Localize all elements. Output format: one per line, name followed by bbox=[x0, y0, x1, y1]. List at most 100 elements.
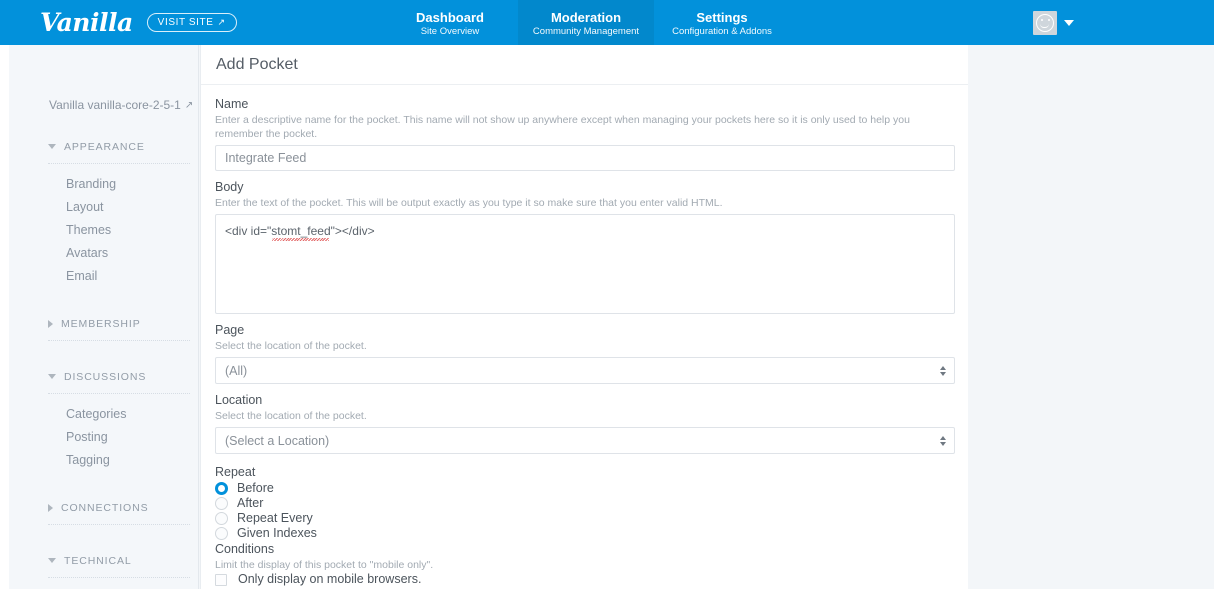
radio-before-indicator[interactable] bbox=[215, 482, 228, 495]
condition-0-description: Limit the display of this pocket to "mob… bbox=[215, 559, 434, 571]
sidebar-section-appearance-label: APPEARANCE bbox=[64, 140, 145, 153]
vanilla-logo[interactable]: Vanilla bbox=[40, 8, 133, 37]
sidebar-item-themes[interactable]: Themes bbox=[9, 219, 198, 242]
external-link-icon: ↗ bbox=[184, 99, 194, 111]
body-label: Body bbox=[215, 180, 244, 194]
chevron-down-icon[interactable] bbox=[1064, 19, 1074, 26]
radio-repeat-every-label: Repeat Every bbox=[237, 511, 313, 525]
checkbox-only-mobile-label: Only display on mobile browsers. bbox=[238, 572, 422, 586]
field-location: Location Select the location of the pock… bbox=[215, 392, 955, 454]
field-name: Name Enter a descriptive name for the po… bbox=[215, 96, 955, 171]
sidebar: Vanilla vanilla-core-2-5-1 ↗ APPEARANCE … bbox=[9, 45, 199, 589]
tab-settings-title: Settings bbox=[696, 9, 748, 25]
sidebar-item-email[interactable]: Email bbox=[9, 265, 198, 288]
page-select-label: Page bbox=[215, 323, 245, 337]
sidebar-section-discussions[interactable]: DISCUSSIONS bbox=[9, 367, 198, 386]
field-conditions: Conditions Limit the display of this poc… bbox=[215, 541, 954, 589]
field-body: Body Enter the text of the pocket. This … bbox=[215, 179, 955, 314]
body-textarea[interactable]: <div id="stomt_feed"></div> bbox=[215, 214, 955, 314]
page-select-description: Select the location of the pocket. bbox=[215, 340, 367, 352]
smile-arc bbox=[1040, 24, 1049, 28]
location-select[interactable]: (Select a Location) bbox=[215, 427, 955, 454]
radio-after-label: After bbox=[237, 496, 264, 510]
left-rail bbox=[0, 45, 9, 589]
tab-moderation-subtitle: Community Management bbox=[532, 25, 640, 37]
sidebar-section-membership-label: MEMBERSHIP bbox=[61, 317, 141, 330]
page-select[interactable]: (All) bbox=[215, 357, 955, 384]
tab-dashboard-subtitle: Site Overview bbox=[420, 25, 480, 37]
repeat-label: Repeat bbox=[215, 465, 256, 479]
add-pocket-form: Name Enter a descriptive name for the po… bbox=[201, 85, 968, 589]
checkbox-only-mobile-indicator[interactable] bbox=[215, 573, 227, 586]
radio-after[interactable]: After bbox=[215, 496, 954, 511]
name-description: Enter a descriptive name for the pocket.… bbox=[215, 114, 910, 140]
sidebar-section-membership[interactable]: MEMBERSHIP bbox=[9, 314, 198, 333]
tab-moderation-title: Moderation bbox=[550, 9, 622, 25]
radio-before-label: Before bbox=[237, 481, 274, 495]
chevron-down-icon bbox=[48, 374, 56, 379]
page-select-wrapper: (All) bbox=[215, 357, 955, 384]
radio-after-indicator[interactable] bbox=[215, 497, 228, 510]
sidebar-section-connections[interactable]: CONNECTIONS bbox=[9, 498, 198, 517]
sidebar-section-appearance[interactable]: APPEARANCE bbox=[9, 137, 198, 156]
sidebar-section-connections-label: CONNECTIONS bbox=[61, 501, 149, 514]
sidebar-item-categories[interactable]: Categories bbox=[9, 403, 198, 426]
chevron-right-icon bbox=[48, 503, 53, 512]
radio-repeat-every[interactable]: Repeat Every bbox=[215, 511, 954, 526]
name-label: Name bbox=[215, 97, 249, 111]
top-navigation-bar: Vanilla VISIT SITE ↗ Dashboard Site Over… bbox=[0, 0, 1214, 45]
chevron-down-icon bbox=[48, 144, 56, 149]
avatar[interactable] bbox=[1033, 10, 1057, 35]
sidebar-site-label[interactable]: Vanilla vanilla-core-2-5-1 ↗ bbox=[9, 45, 198, 112]
brand-zone: Vanilla VISIT SITE ↗ bbox=[0, 0, 382, 45]
radio-before[interactable]: Before bbox=[215, 481, 954, 496]
external-link-icon: ↗ bbox=[217, 17, 226, 27]
sidebar-divider bbox=[48, 163, 190, 164]
radio-given-indexes-label: Given Indexes bbox=[237, 526, 317, 540]
sidebar-divider bbox=[48, 393, 190, 394]
sidebar-section-discussions-label: DISCUSSIONS bbox=[64, 370, 147, 383]
conditions-label: Conditions bbox=[215, 542, 275, 556]
chevron-right-icon bbox=[48, 319, 53, 328]
user-menu[interactable] bbox=[1033, 0, 1214, 45]
sidebar-item-layout[interactable]: Layout bbox=[9, 196, 198, 219]
body-description: Enter the text of the pocket. This will … bbox=[215, 197, 723, 209]
sidebar-site-label-text: Vanilla vanilla-core-2-5-1 bbox=[49, 98, 181, 112]
sidebar-item-avatars[interactable]: Avatars bbox=[9, 242, 198, 265]
tab-moderation[interactable]: Moderation Community Management bbox=[518, 0, 654, 45]
location-select-description: Select the location of the pocket. bbox=[215, 410, 367, 422]
radio-given-indexes-indicator[interactable] bbox=[215, 527, 228, 540]
location-select-label: Location bbox=[215, 393, 263, 407]
visit-site-button[interactable]: VISIT SITE ↗ bbox=[146, 13, 237, 32]
name-input[interactable] bbox=[215, 145, 955, 171]
sidebar-section-technical-label: TECHNICAL bbox=[64, 554, 132, 567]
tab-settings-subtitle: Configuration & Addons bbox=[672, 25, 772, 37]
smiley-face-icon bbox=[1036, 13, 1054, 32]
chevron-down-icon bbox=[48, 558, 56, 563]
sidebar-group-appearance: Branding Layout Themes Avatars Email bbox=[9, 173, 198, 288]
sidebar-section-technical[interactable]: TECHNICAL bbox=[9, 551, 198, 570]
tab-settings[interactable]: Settings Configuration & Addons bbox=[654, 0, 790, 45]
tab-dashboard-title: Dashboard bbox=[416, 9, 484, 25]
tab-dashboard[interactable]: Dashboard Site Overview bbox=[382, 0, 518, 45]
radio-given-indexes[interactable]: Given Indexes bbox=[215, 526, 954, 541]
main-nav-tabs: Dashboard Site Overview Moderation Commu… bbox=[382, 0, 790, 45]
main-content-panel: Add Pocket Name Enter a descriptive name… bbox=[200, 45, 968, 589]
field-repeat: Repeat Before After Repeat Every Given I… bbox=[215, 464, 954, 541]
body-textarea-wrapper: <div id="stomt_feed"></div> bbox=[215, 214, 955, 314]
sidebar-divider bbox=[48, 340, 190, 341]
page-header: Add Pocket bbox=[201, 45, 968, 85]
location-select-wrapper: (Select a Location) bbox=[215, 427, 955, 454]
sidebar-group-discussions: Categories Posting Tagging bbox=[9, 403, 198, 472]
sidebar-item-posting[interactable]: Posting bbox=[9, 426, 198, 449]
checkbox-only-mobile[interactable]: Only display on mobile browsers. bbox=[215, 572, 954, 587]
sidebar-divider bbox=[48, 524, 190, 525]
sidebar-divider bbox=[48, 577, 190, 578]
sidebar-item-tagging[interactable]: Tagging bbox=[9, 449, 198, 472]
radio-repeat-every-indicator[interactable] bbox=[215, 512, 228, 525]
sidebar-item-branding[interactable]: Branding bbox=[9, 173, 198, 196]
visit-site-label: VISIT SITE bbox=[157, 17, 214, 28]
field-page: Page Select the location of the pocket. … bbox=[215, 322, 955, 384]
